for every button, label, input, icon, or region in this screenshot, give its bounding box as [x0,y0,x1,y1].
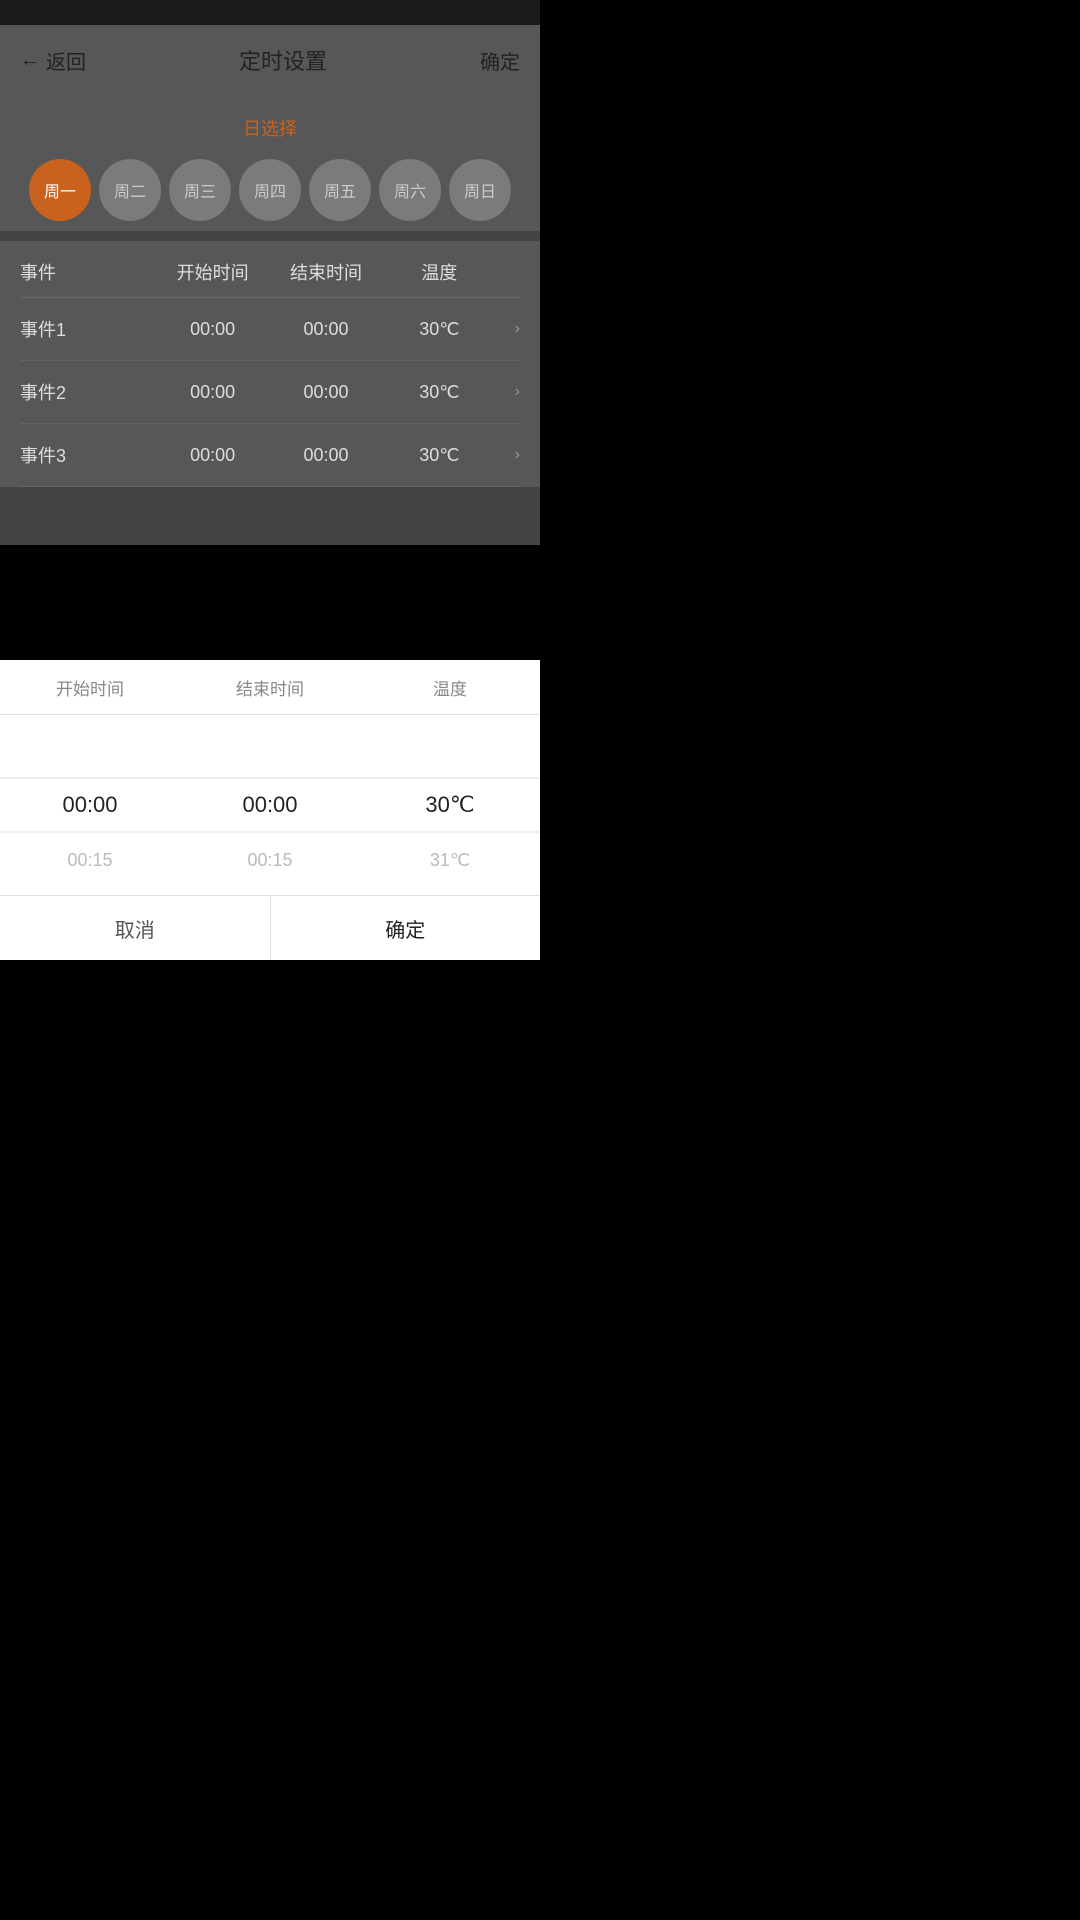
table-row[interactable]: 事件1 00:00 00:00 30℃ › [20,298,520,361]
event-3-arrow-icon: › [496,446,520,464]
day-btn-mon[interactable]: 周一 [29,159,91,221]
day-selection-title: 日选择 [20,115,520,141]
day-btn-sat[interactable]: 周六 [379,159,441,221]
picker-tab-end[interactable]: 结束时间 [180,660,360,714]
header-end: 结束时间 [269,259,382,285]
event-3-temp: 30℃ [383,445,496,466]
events-table: 事件 开始时间 结束时间 温度 事件1 00:00 00:00 30℃ › 事件… [0,241,540,487]
header-temp: 温度 [383,259,496,285]
event-2-start: 00:00 [156,382,269,403]
event-2-arrow-icon: › [496,383,520,401]
page-title: 定时设置 [239,44,327,76]
picker-item-below-end: 00:15 [180,833,360,888]
header-event: 事件 [20,259,156,285]
picker-tab-temp[interactable]: 温度 [360,660,540,714]
picker-tabs: 开始时间 结束时间 温度 [0,660,540,715]
event-3-name: 事件3 [20,442,156,468]
picker-actions: 取消 确定 [0,895,540,960]
picker-selected-temp: 30℃ [360,778,540,833]
day-btn-fri[interactable]: 周五 [309,159,371,221]
picker-item-below-temp: 31℃ [360,833,540,888]
back-label: 返回 [46,46,86,75]
event-1-arrow-icon: › [496,320,520,338]
picker-column-end[interactable]: 00:00 00:15 [180,715,360,895]
picker-item-above-3 [360,723,540,778]
picker-selected-end: 00:00 [180,778,360,833]
event-1-start: 00:00 [156,319,269,340]
picker-tab-start[interactable]: 开始时间 [0,660,180,714]
picker-item-above-2 [180,723,360,778]
day-btn-sun[interactable]: 周日 [449,159,511,221]
day-buttons-row: 周一 周二 周三 周四 周五 周六 周日 [20,159,520,221]
picker-scroll-area[interactable]: 00:00 00:15 00:00 00:15 30℃ 31℃ [0,715,540,895]
day-btn-tue[interactable]: 周二 [99,159,161,221]
picker-item-below-start: 00:15 [0,833,180,888]
event-1-temp: 30℃ [383,319,496,340]
back-arrow-icon: ← [20,49,40,72]
picker-ok-button[interactable]: 确定 [271,896,541,960]
event-2-temp: 30℃ [383,382,496,403]
picker-column-start[interactable]: 00:00 00:15 [0,715,180,895]
day-selection-section: 日选择 周一 周二 周三 周四 周五 周六 周日 [0,95,540,231]
picker-overlay: 开始时间 结束时间 温度 00:00 00:15 00:00 00:15 [0,660,540,960]
table-row[interactable]: 事件2 00:00 00:00 30℃ › [20,361,520,424]
top-nav: ← 返回 定时设置 确定 [0,25,540,95]
back-button[interactable]: ← 返回 [20,46,86,75]
table-row[interactable]: 事件3 00:00 00:00 30℃ › [20,424,520,487]
picker-selected-start: 00:00 [0,778,180,833]
picker-item-above-1 [0,723,180,778]
status-bar [0,0,540,25]
event-1-end: 00:00 [269,319,382,340]
event-2-name: 事件2 [20,379,156,405]
day-btn-wed[interactable]: 周三 [169,159,231,221]
event-3-start: 00:00 [156,445,269,466]
event-1-name: 事件1 [20,316,156,342]
picker-column-temp[interactable]: 30℃ 31℃ [360,715,540,895]
day-btn-thu[interactable]: 周四 [239,159,301,221]
picker-cancel-button[interactable]: 取消 [0,896,271,960]
header-start: 开始时间 [156,259,269,285]
nav-confirm-button[interactable]: 确定 [480,46,520,75]
event-2-end: 00:00 [269,382,382,403]
table-header: 事件 开始时间 结束时间 温度 [20,241,520,298]
event-3-end: 00:00 [269,445,382,466]
